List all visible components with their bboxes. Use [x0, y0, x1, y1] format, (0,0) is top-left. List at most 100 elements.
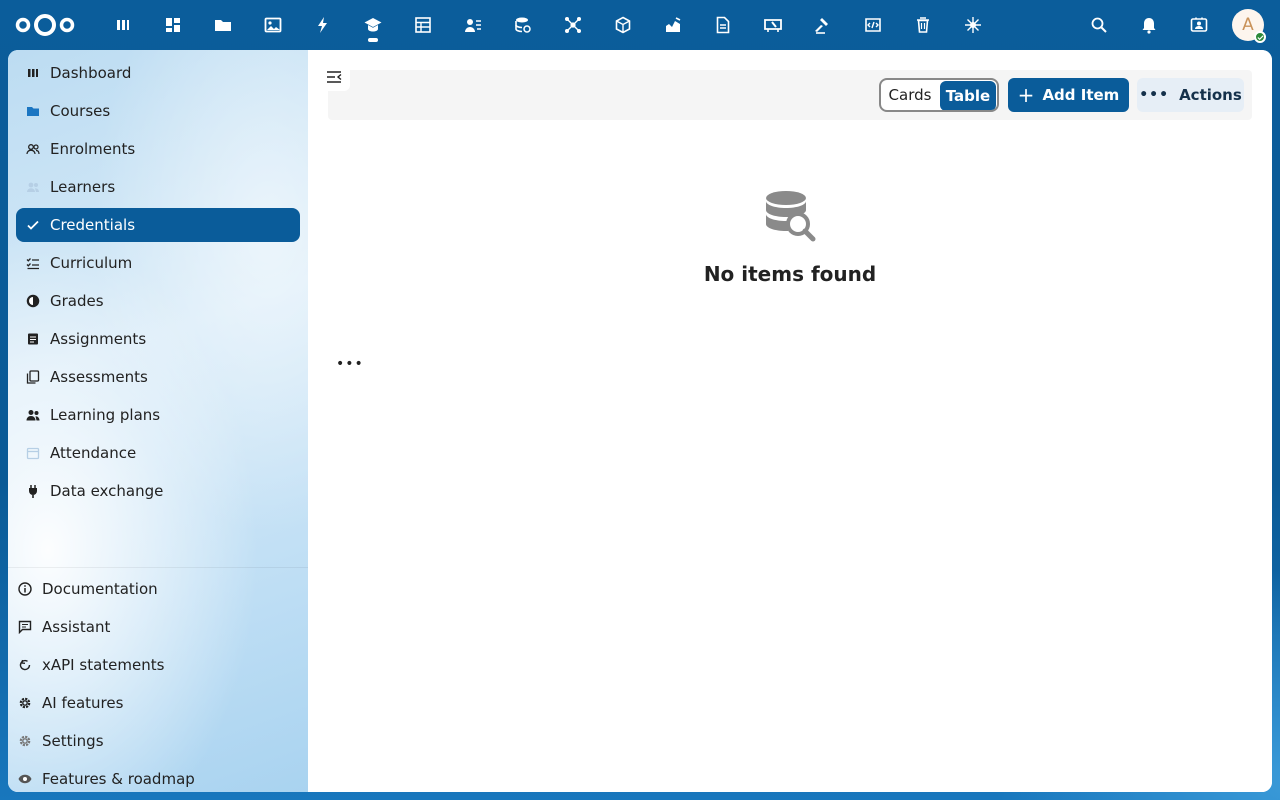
sidebar-item-label: Attendance [50, 444, 137, 462]
sidebar-item-label: Learning plans [50, 406, 161, 424]
footer-item-xapi-statements[interactable]: xAPI statements [8, 646, 308, 684]
code-icon[interactable] [848, 0, 898, 50]
folder-icon [26, 104, 40, 118]
chat-icon [18, 620, 32, 634]
learners-icon [26, 180, 40, 194]
user-avatar[interactable]: A [1232, 9, 1266, 43]
sidebar-item-attendance[interactable]: Attendance [16, 436, 300, 470]
note-icon [26, 332, 40, 346]
view-switcher: Cards Table [879, 78, 999, 112]
database-search-icon [766, 191, 816, 242]
footer-item-documentation[interactable]: Documentation [8, 570, 308, 608]
sidebar-item-enrolments[interactable]: Enrolments [16, 132, 300, 166]
add-item-label: Add Item [1042, 86, 1120, 104]
toggle-sidebar-button[interactable] [318, 63, 350, 91]
whiteboard-icon[interactable] [748, 0, 798, 50]
trash-icon[interactable] [898, 0, 948, 50]
checklist-icon [26, 256, 40, 270]
group-icon [26, 408, 40, 422]
sidebar-item-label: Assessments [50, 368, 148, 386]
empty-state-title: No items found [703, 262, 877, 286]
dashboard-icon[interactable] [98, 0, 148, 50]
cube-icon[interactable] [598, 0, 648, 50]
sidebar-item-credentials[interactable]: Credentials [16, 208, 300, 242]
folder-icon[interactable] [198, 0, 248, 50]
settings-icon [18, 734, 32, 748]
refresh-icon [18, 658, 32, 672]
apps-grid-icon[interactable] [148, 0, 198, 50]
empty-state: No items found [308, 190, 1272, 286]
dashboard-icon [26, 66, 40, 80]
app-navigation [98, 0, 998, 50]
footer-item-ai-features[interactable]: AI features [8, 684, 308, 722]
footer-item-features-roadmap[interactable]: Features & roadmap [8, 760, 308, 792]
search-icon[interactable] [1074, 0, 1124, 50]
contrast-icon [26, 294, 40, 308]
education-icon[interactable] [348, 0, 398, 50]
footer-item-label: xAPI statements [42, 656, 165, 674]
list-toolbar: Cards Table + Add Item ••• Actions [328, 70, 1252, 120]
sidebar-collapse-icon [327, 71, 342, 83]
footer-item-label: Assistant [42, 618, 111, 636]
document-icon[interactable] [698, 0, 748, 50]
sidebar-item-grades[interactable]: Grades [16, 284, 300, 318]
check-icon [26, 218, 40, 232]
image-icon[interactable] [248, 0, 298, 50]
footer-item-settings[interactable]: Settings [8, 722, 308, 760]
notifications-icon[interactable] [1124, 0, 1174, 50]
sidebar-item-dashboard[interactable]: Dashboard [16, 56, 300, 90]
activity-icon[interactable] [298, 0, 348, 50]
sidebar-item-label: Data exchange [50, 482, 164, 500]
avatar-letter: A [1242, 15, 1254, 35]
tables-icon[interactable] [398, 0, 448, 50]
more-options-icon[interactable]: ••• [336, 356, 364, 372]
sidebar-item-label: Dashboard [50, 64, 132, 82]
more-icon: ••• [1139, 87, 1170, 103]
sidebar-item-label: Grades [50, 292, 104, 310]
sidebar-item-data-exchange[interactable]: Data exchange [16, 474, 300, 508]
contacts-icon[interactable] [448, 0, 498, 50]
sidebar-item-courses[interactable]: Courses [16, 94, 300, 128]
app-content: Dashboard Courses Enrolments Learners Cr… [8, 50, 1272, 792]
footer-item-label: Features & roadmap [42, 770, 195, 788]
footer-item-label: Documentation [42, 580, 158, 598]
info-icon [18, 582, 32, 596]
actions-label: Actions [1179, 86, 1242, 104]
sidebar-item-label: Credentials [50, 216, 136, 234]
integration-icon[interactable] [948, 0, 998, 50]
plus-icon: + [1017, 83, 1035, 107]
sidebar-navigation: Dashboard Courses Enrolments Learners Cr… [16, 56, 300, 512]
people-icon [26, 142, 40, 156]
sidebar-item-label: Courses [50, 102, 111, 120]
sidebar-item-label: Assignments [50, 330, 147, 348]
hammer-icon[interactable] [798, 0, 848, 50]
sidebar-item-assignments[interactable]: Assignments [16, 322, 300, 356]
active-indicator [368, 38, 378, 42]
view-cards-button[interactable]: Cards [881, 80, 939, 110]
footer-item-assistant[interactable]: Assistant [8, 608, 308, 646]
copy-icon [26, 370, 40, 384]
app-sidebar: Dashboard Courses Enrolments Learners Cr… [8, 50, 308, 792]
sidebar-item-label: Curriculum [50, 254, 133, 272]
network-icon[interactable] [548, 0, 598, 50]
view-table-button[interactable]: Table [940, 81, 996, 110]
header-right-actions: A [1074, 0, 1268, 50]
contacts-menu-icon[interactable] [1174, 0, 1224, 50]
sidebar-item-assessments[interactable]: Assessments [16, 360, 300, 394]
chart-icon[interactable] [648, 0, 698, 50]
database-icon[interactable] [498, 0, 548, 50]
add-item-button[interactable]: + Add Item [1008, 78, 1129, 112]
plug-icon [26, 484, 40, 498]
sidebar-item-learners[interactable]: Learners [16, 170, 300, 204]
main-content: Cards Table + Add Item ••• Actions No it [308, 50, 1272, 792]
sidebar-item-label: Learners [50, 178, 116, 196]
calendar-icon [26, 446, 40, 460]
online-status-icon [1254, 31, 1266, 43]
sidebar-item-label: Enrolments [50, 140, 136, 158]
sidebar-footer: Documentation Assistant xAPI statements … [8, 567, 308, 792]
sidebar-item-learning-plans[interactable]: Learning plans [16, 398, 300, 432]
sidebar-item-curriculum[interactable]: Curriculum [16, 246, 300, 280]
top-navigation-bar: A [0, 0, 1280, 50]
actions-button[interactable]: ••• Actions [1137, 78, 1244, 112]
nextcloud-logo[interactable] [14, 12, 76, 38]
